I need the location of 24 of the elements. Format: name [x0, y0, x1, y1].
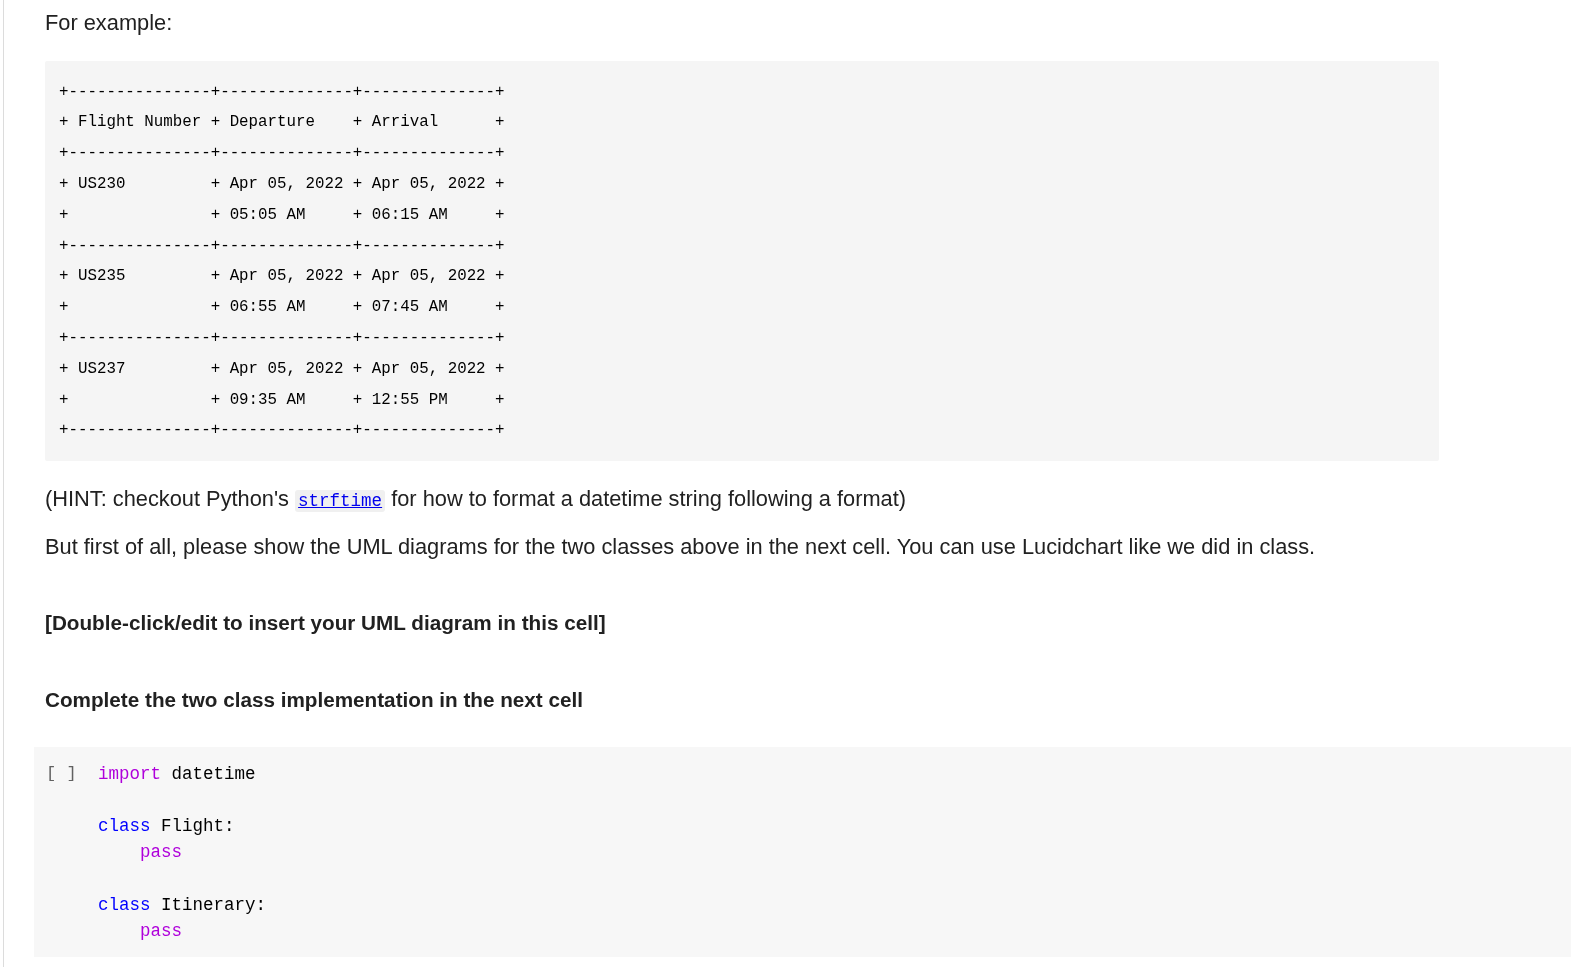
code-line: pass: [140, 919, 182, 943]
ascii-table-line: +---------------+--------------+--------------+: [59, 327, 505, 349]
run-indicator: [ ]: [46, 762, 77, 785]
ascii-table-line: + + 06:55 AM + 07:45 AM +: [59, 297, 505, 319]
strftime-link[interactable]: strftime: [295, 489, 386, 512]
ascii-table-line: +---------------+--------------+--------------+: [59, 420, 505, 442]
ascii-table-line: + + 05:05 AM + 06:15 AM +: [59, 204, 505, 226]
ascii-table-line: +---------------+--------------+--------------+: [59, 235, 505, 257]
ascii-table-line: + US235 + Apr 05, 2022 + Apr 05, 2022 +: [59, 266, 505, 288]
code-line: import datetime: [98, 762, 256, 786]
ascii-table-line: +---------------+--------------+--------------+: [59, 81, 505, 103]
ascii-table-line: + + 09:35 AM + 12:55 PM +: [59, 389, 505, 411]
ascii-table-line: +---------------+--------------+--------------+: [59, 143, 505, 165]
intro-text: For example:: [45, 9, 173, 37]
uml-placeholder-text: [Double-click/edit to insert your UML diagram in this cell]: [45, 609, 606, 636]
ascii-table-line: + Flight Number + Departure + Arrival +: [59, 112, 505, 134]
code-line: class Flight:: [98, 815, 235, 839]
hint-text: (HINT: checkout Python's strftime for how to format a datetime string following a format): [45, 484, 907, 514]
ascii-table-line: + US230 + Apr 05, 2022 + Apr 05, 2022 +: [59, 174, 505, 195]
ascii-table-line: + US237 + Apr 05, 2022 + Apr 05, 2022 +: [59, 358, 505, 380]
instruction-text: But first of all, please show the UML diagrams for the two classes above in the next cell. You can use Lucidchart like we did in class.: [45, 532, 1316, 561]
code-line: pass: [140, 841, 182, 865]
code-line: class Itinerary:: [98, 893, 267, 917]
section-heading: Complete the two class implementation in the next cell: [45, 686, 583, 713]
